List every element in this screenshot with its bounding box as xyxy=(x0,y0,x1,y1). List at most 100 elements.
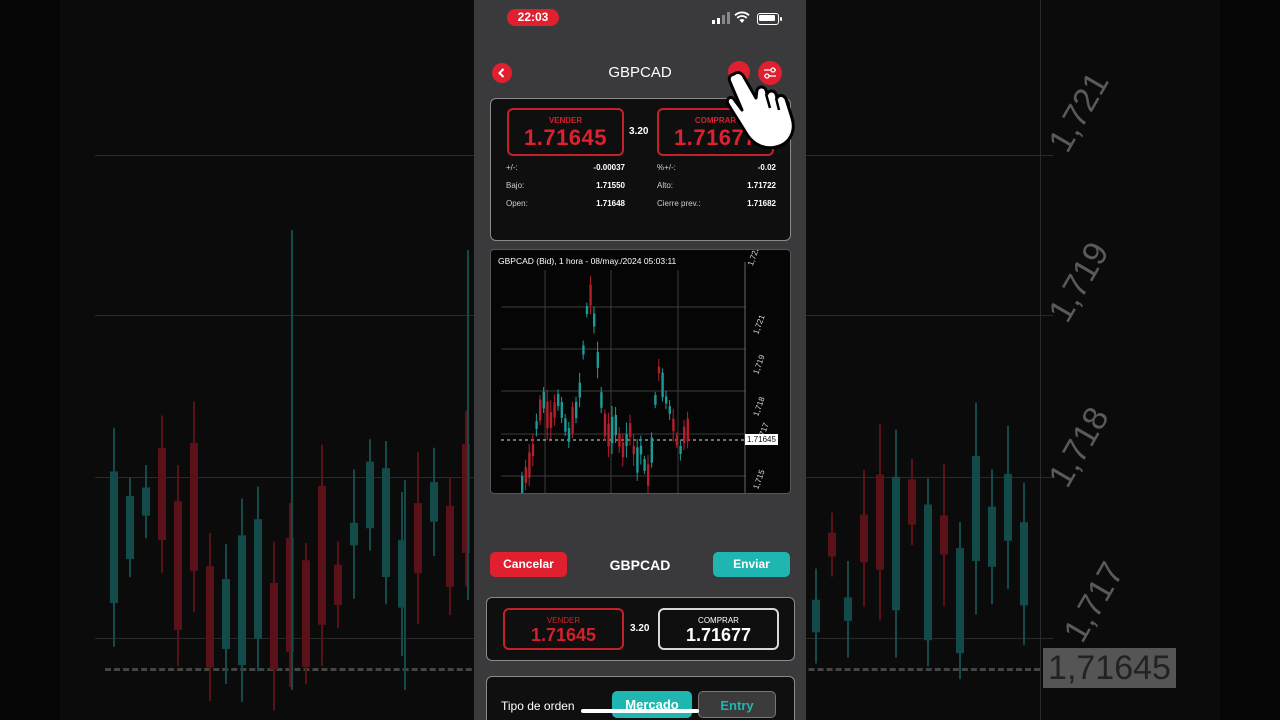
candle-body xyxy=(611,416,614,444)
candle-body xyxy=(654,395,657,405)
order-type-entry[interactable]: Entry xyxy=(698,691,776,718)
candle-body xyxy=(603,413,607,437)
stat-value: -0.02 xyxy=(757,163,776,172)
candle-body xyxy=(593,313,596,327)
candle-body xyxy=(560,402,563,418)
candle-body xyxy=(585,306,589,314)
order-type-label: Tipo de orden xyxy=(501,699,575,713)
pointer-hand-icon xyxy=(726,71,795,150)
candle-body xyxy=(614,414,617,436)
current-price-tag: 1.71645 xyxy=(745,434,778,445)
stat-value: 1.71722 xyxy=(747,181,776,190)
stat-label: %+/-: xyxy=(657,163,676,172)
candle-body xyxy=(650,437,653,463)
background-candle-body xyxy=(844,597,852,621)
background-candle-body xyxy=(254,519,262,639)
background-candle-body xyxy=(366,461,374,529)
background-candle-body xyxy=(860,514,868,563)
candle-body xyxy=(668,406,671,414)
stat-label: +/-: xyxy=(506,163,518,172)
background-candle-body xyxy=(972,455,980,561)
home-indicator xyxy=(581,709,699,713)
background-candle-body xyxy=(302,560,310,667)
sell-price: 1.71645 xyxy=(523,125,608,150)
background-candle-body xyxy=(908,479,916,525)
price-chart[interactable]: GBPCAD (Bid), 1 hora - 08/may./2024 05:0… xyxy=(490,249,791,494)
stat-label: Cierre prev.: xyxy=(657,199,701,208)
order-sell-box[interactable]: VENDER 1.71645 xyxy=(503,608,624,650)
candle-body xyxy=(575,401,578,419)
background-candle-body xyxy=(190,442,198,571)
candle-body xyxy=(571,406,574,434)
order-sell-price: 1.71645 xyxy=(530,625,597,645)
candle-body xyxy=(679,446,682,454)
chart-title: GBPCAD (Bid), 1 hora - 08/may./2024 05:0… xyxy=(498,256,677,266)
background-candle-body xyxy=(110,471,118,604)
candle-body xyxy=(665,396,668,404)
candle-body xyxy=(531,443,535,457)
candlestick-chart xyxy=(501,262,746,493)
background-candle-body xyxy=(892,476,900,611)
background-candle-body xyxy=(828,532,836,557)
candle-body xyxy=(661,372,664,398)
candle-body xyxy=(582,345,585,355)
background-candle-body xyxy=(430,482,438,522)
candle-body xyxy=(683,426,686,444)
stat-value: 1.71682 xyxy=(747,199,776,208)
candle-body xyxy=(596,352,599,368)
candle-body xyxy=(539,399,542,421)
candle-body xyxy=(578,382,581,398)
order-type-market[interactable]: Mercado xyxy=(612,691,692,718)
background-candle-body xyxy=(350,522,358,546)
order-price-panel: VENDER 1.71645 3.20 COMPRAR 1.71677 xyxy=(486,597,795,661)
background-candle-body xyxy=(876,474,884,570)
candle-body xyxy=(629,423,632,437)
background-candle-body xyxy=(924,504,932,641)
status-time: 22:03 xyxy=(507,9,559,26)
sell-label: VENDER xyxy=(548,116,583,125)
candle-body xyxy=(657,366,661,374)
stat-value: 1.71648 xyxy=(596,199,625,208)
candle-body xyxy=(567,428,571,442)
background-candle-body xyxy=(270,582,278,670)
background-candle-body xyxy=(1020,522,1028,606)
background-candle-body xyxy=(812,599,820,633)
stat-label: Bajo: xyxy=(506,181,525,190)
background-candle-body xyxy=(334,564,342,605)
order-buy-box[interactable]: COMPRAR 1.71677 xyxy=(658,608,779,650)
sell-price-box[interactable]: VENDER 1.71645 xyxy=(507,108,624,156)
candle-body xyxy=(549,412,553,428)
candle-body xyxy=(553,402,556,418)
background-candle-body xyxy=(142,487,150,516)
send-button[interactable]: Enviar xyxy=(713,552,790,577)
order-buy-price: 1.71677 xyxy=(685,625,752,645)
candle-body xyxy=(639,445,643,455)
stat-label: Open: xyxy=(506,199,528,208)
candle-body xyxy=(546,401,549,429)
background-candle-body xyxy=(158,448,166,541)
stat-value: -0.00037 xyxy=(593,163,625,172)
background-candle-body xyxy=(318,485,326,625)
candle-body xyxy=(524,467,527,483)
spread-value: 3.20 xyxy=(629,126,649,137)
order-spread: 3.20 xyxy=(630,623,650,634)
candle-body xyxy=(521,475,524,493)
candle-body xyxy=(535,421,538,429)
candle-body xyxy=(647,464,650,486)
candle-body xyxy=(589,284,592,306)
background-candle-body xyxy=(238,535,246,666)
phone-screen: 22:03 GBPCAD VENDER 1.71645 3.20 COMPRAR xyxy=(474,0,806,720)
order-type-panel: Tipo de orden Mercado Entry xyxy=(486,676,795,720)
candle-body xyxy=(675,435,679,445)
stat-label: Alto: xyxy=(657,181,674,190)
candle-body xyxy=(528,452,531,478)
battery-icon xyxy=(757,13,782,25)
order-buy-label: COMPRAR xyxy=(698,616,739,625)
cellular-signal-icon xyxy=(712,12,730,24)
background-candle-body xyxy=(382,468,390,577)
candle-body xyxy=(636,447,639,473)
candle-body xyxy=(557,393,560,407)
candle-body xyxy=(600,392,603,408)
background-candle-body xyxy=(222,579,230,649)
candle-body xyxy=(564,418,567,432)
